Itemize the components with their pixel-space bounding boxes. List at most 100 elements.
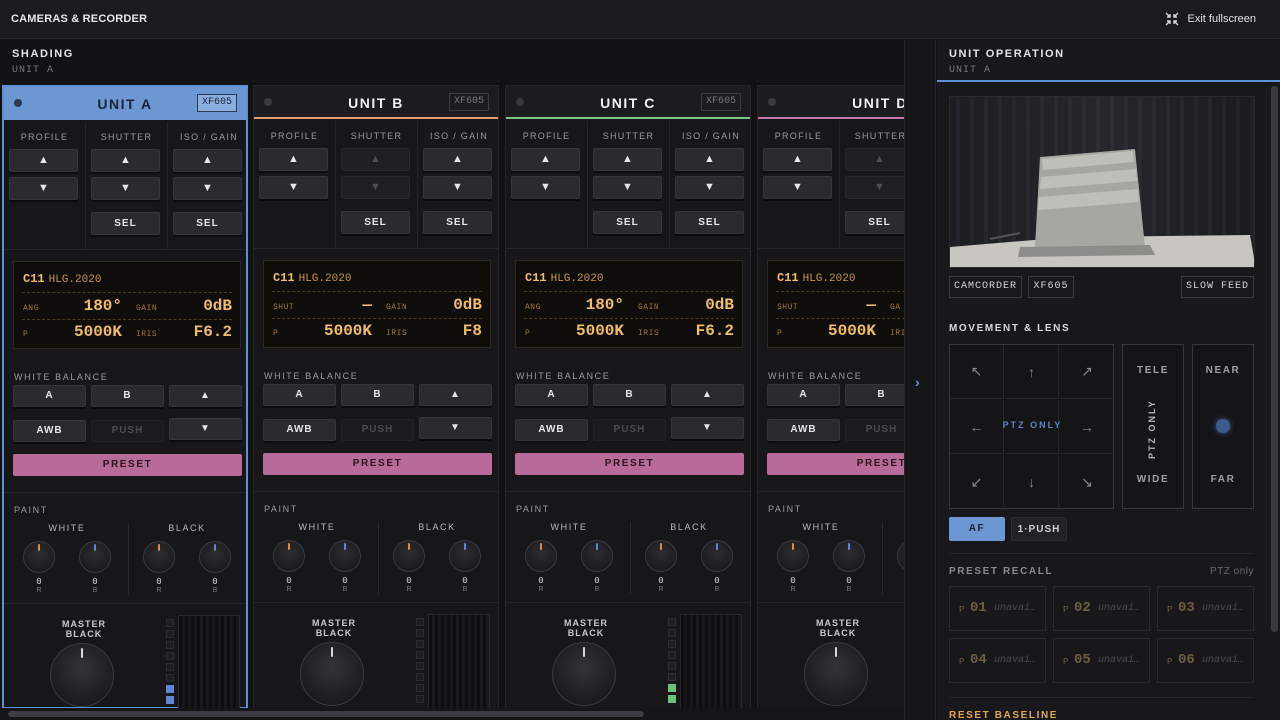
preset-button[interactable]: PRESET xyxy=(515,453,744,475)
zoom-control[interactable]: TELE PTZ ONLY WIDE xyxy=(1122,344,1184,509)
af-button[interactable]: AF xyxy=(949,517,1005,541)
arrow-up-left-icon[interactable]: ↖ xyxy=(950,345,1004,399)
unit-card[interactable]: UNIT C XF605 PROFILE ▲ ▼ SHUTTER ▲ ▼ SEL… xyxy=(505,85,751,710)
preset-button[interactable]: PRESET xyxy=(767,453,904,475)
scrollbar-thumb[interactable] xyxy=(8,711,644,717)
unit-header[interactable]: UNIT B XF605 xyxy=(254,86,498,119)
wb-a-button[interactable]: A xyxy=(767,384,840,406)
unit-header[interactable]: UNIT A XF605 xyxy=(4,87,246,120)
wb-down-button[interactable]: ▼ xyxy=(671,417,744,439)
shutter-up-button[interactable]: ▲ xyxy=(341,148,410,171)
zoom-tele-label[interactable]: TELE xyxy=(1123,365,1183,376)
wb-b-button[interactable]: B xyxy=(845,384,904,406)
white-b-knob[interactable] xyxy=(79,541,111,573)
shutter-up-button[interactable]: ▲ xyxy=(91,149,160,172)
focus-control[interactable]: NEAR FAR xyxy=(1192,344,1254,509)
master-black-knob[interactable] xyxy=(552,642,616,706)
preset-slot[interactable]: P 05 unavai… xyxy=(1053,638,1150,683)
model-tag[interactable]: XF605 xyxy=(1028,276,1074,298)
profile-up-button[interactable]: ▲ xyxy=(259,148,328,171)
black-b-knob[interactable] xyxy=(199,541,231,573)
master-black-knob[interactable] xyxy=(50,643,114,707)
profile-down-button[interactable]: ▼ xyxy=(259,176,328,199)
one-push-button[interactable]: 1·PUSH xyxy=(1011,517,1067,541)
gain-up-button[interactable]: ▲ xyxy=(173,149,242,172)
shutter-sel-button[interactable]: SEL xyxy=(91,212,160,235)
wb-b-button[interactable]: B xyxy=(341,384,414,406)
white-b-knob[interactable] xyxy=(833,540,865,572)
arrow-down-right-icon[interactable]: ↘ xyxy=(1060,455,1114,509)
arrow-up-right-icon[interactable]: ↗ xyxy=(1060,345,1114,399)
wb-down-button[interactable]: ▼ xyxy=(419,417,492,439)
wb-a-button[interactable]: A xyxy=(263,384,336,406)
master-black-knob[interactable] xyxy=(804,642,868,706)
arrow-down-left-icon[interactable]: ↙ xyxy=(950,455,1004,509)
preset-slot[interactable]: P 01 unavai… xyxy=(949,586,1046,631)
profile-down-button[interactable]: ▼ xyxy=(763,176,832,199)
wb-b-button[interactable]: B xyxy=(91,385,164,407)
awb-button[interactable]: AWB xyxy=(767,419,840,441)
wb-down-button[interactable]: ▼ xyxy=(169,418,242,440)
wb-up-button[interactable]: ▲ xyxy=(671,384,744,406)
ptz-pad[interactable]: ↖ ↑ ↗ ← → ↙ ↓ ↘ PTZ ONLY xyxy=(949,344,1114,509)
zoom-wide-label[interactable]: WIDE xyxy=(1123,474,1183,485)
unit-card[interactable]: UNIT A XF605 PROFILE ▲ ▼ SHUTTER ▲ ▼ SEL… xyxy=(2,85,248,711)
awb-button[interactable]: AWB xyxy=(263,419,336,441)
wb-push-button[interactable]: PUSH xyxy=(91,420,164,442)
gain-down-button[interactable]: ▼ xyxy=(423,176,492,199)
gain-sel-button[interactable]: SEL xyxy=(675,211,744,234)
white-b-knob[interactable] xyxy=(329,540,361,572)
chevron-right-icon[interactable]: › xyxy=(915,374,920,390)
unit-card[interactable]: UNIT B XF605 PROFILE ▲ ▼ SHUTTER ▲ ▼ SEL… xyxy=(253,85,499,710)
awb-button[interactable]: AWB xyxy=(13,420,86,442)
white-r-knob[interactable] xyxy=(777,540,809,572)
reset-baseline-button[interactable]: RESET BASELINE xyxy=(949,710,1058,720)
profile-up-button[interactable]: ▲ xyxy=(763,148,832,171)
focus-near-label[interactable]: NEAR xyxy=(1193,365,1253,376)
shutter-down-button[interactable]: ▼ xyxy=(341,176,410,199)
gain-down-button[interactable]: ▼ xyxy=(173,177,242,200)
wb-a-button[interactable]: A xyxy=(13,385,86,407)
awb-button[interactable]: AWB xyxy=(515,419,588,441)
wb-push-button[interactable]: PUSH xyxy=(845,419,904,441)
unit-card[interactable]: UNIT D XF605 PROFILE ▲ ▼ SHUTTER ▲ ▼ SEL… xyxy=(757,85,904,709)
arrow-down-icon[interactable]: ↓ xyxy=(1005,455,1059,509)
master-black-fader[interactable] xyxy=(680,614,742,710)
preset-button[interactable]: PRESET xyxy=(13,454,242,476)
gain-sel-button[interactable]: SEL xyxy=(173,212,242,235)
wb-push-button[interactable]: PUSH xyxy=(593,419,666,441)
white-b-knob[interactable] xyxy=(581,540,613,572)
white-r-knob[interactable] xyxy=(525,540,557,572)
shutter-up-button[interactable]: ▲ xyxy=(593,148,662,171)
wb-b-button[interactable]: B xyxy=(593,384,666,406)
black-b-knob[interactable] xyxy=(701,540,733,572)
camcorder-tag[interactable]: CAMCORDER xyxy=(949,276,1022,298)
black-r-knob[interactable] xyxy=(143,541,175,573)
unit-header[interactable]: UNIT D XF605 xyxy=(758,86,904,119)
black-r-knob[interactable] xyxy=(393,540,425,572)
shutter-sel-button[interactable]: SEL xyxy=(341,211,410,234)
shutter-up-button[interactable]: ▲ xyxy=(845,148,904,171)
vertical-scrollbar[interactable] xyxy=(1271,86,1278,632)
profile-down-button[interactable]: ▼ xyxy=(511,176,580,199)
wb-up-button[interactable]: ▲ xyxy=(169,385,242,407)
shutter-sel-button[interactable]: SEL xyxy=(593,211,662,234)
master-black-fader[interactable] xyxy=(178,615,240,711)
shutter-sel-button[interactable]: SEL xyxy=(845,211,904,234)
slow-feed-button[interactable]: SLOW FEED xyxy=(1181,276,1254,298)
wb-up-button[interactable]: ▲ xyxy=(419,384,492,406)
gain-down-button[interactable]: ▼ xyxy=(675,176,744,199)
preset-slot[interactable]: P 02 unavai… xyxy=(1053,586,1150,631)
gain-sel-button[interactable]: SEL xyxy=(423,211,492,234)
preset-slot[interactable]: P 03 unavai… xyxy=(1157,586,1254,631)
black-b-knob[interactable] xyxy=(449,540,481,572)
master-black-knob[interactable] xyxy=(300,642,364,706)
profile-up-button[interactable]: ▲ xyxy=(9,149,78,172)
shutter-down-button[interactable]: ▼ xyxy=(91,177,160,200)
gain-up-button[interactable]: ▲ xyxy=(423,148,492,171)
preset-slot[interactable]: P 04 unavai… xyxy=(949,638,1046,683)
unit-header[interactable]: UNIT C XF605 xyxy=(506,86,750,119)
arrow-up-icon[interactable]: ↑ xyxy=(1005,345,1059,399)
black-r-knob[interactable] xyxy=(897,540,904,572)
preset-slot[interactable]: P 06 unavai… xyxy=(1157,638,1254,683)
